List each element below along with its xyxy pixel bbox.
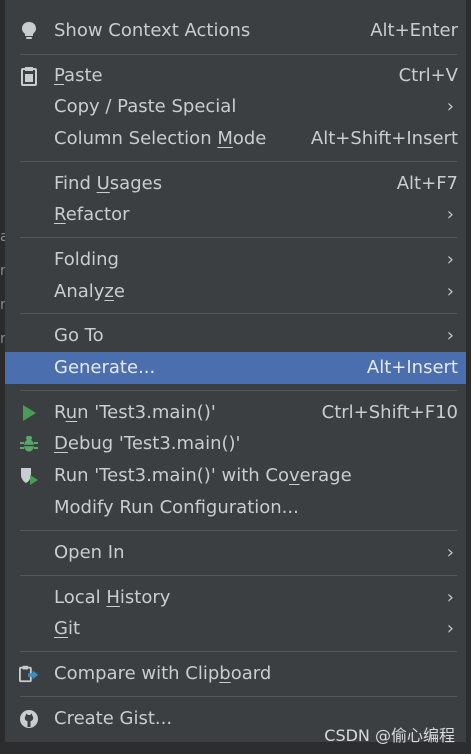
menu-item-label: Column Selection Mode bbox=[54, 123, 266, 155]
separator bbox=[20, 390, 457, 391]
menu-item-label: Generate... bbox=[54, 357, 156, 378]
label-part: istory bbox=[119, 587, 171, 608]
label-part: Find bbox=[54, 173, 97, 194]
separator bbox=[20, 530, 457, 531]
menu-item-label: Show Context Actions bbox=[54, 20, 251, 41]
menu-item-label: Git bbox=[54, 613, 80, 645]
bug-icon bbox=[19, 434, 39, 454]
mnemonic-letter: D bbox=[54, 433, 68, 454]
menu-item-label: Paste bbox=[54, 60, 103, 92]
shortcut-label: Alt+Shift+Insert bbox=[310, 128, 458, 149]
menu-item-label: Go To bbox=[54, 325, 104, 346]
menu-item-label: Folding bbox=[54, 249, 119, 270]
label-part: Local bbox=[54, 587, 107, 608]
label-part: aste bbox=[64, 65, 103, 86]
chevron-right-icon: › bbox=[446, 587, 454, 608]
menu-item-label: Debug 'Test3.main()' bbox=[54, 428, 240, 460]
label-part: Analy bbox=[54, 281, 105, 302]
label-part: ode bbox=[232, 128, 267, 149]
chevron-right-icon: › bbox=[446, 96, 454, 117]
separator bbox=[20, 696, 457, 697]
chevron-right-icon: › bbox=[446, 542, 454, 563]
menu-item-label: Analyze bbox=[54, 276, 125, 308]
label-part: Run 'Test3.main()' with Co bbox=[54, 465, 289, 486]
shortcut-label: Alt+Enter bbox=[370, 20, 458, 41]
menu-item-label: Compare with Clipboard bbox=[54, 658, 271, 690]
separator bbox=[20, 54, 457, 55]
menu-item-label: Create Gist... bbox=[54, 708, 173, 729]
menu-item-analyze[interactable]: Analyze › bbox=[5, 276, 466, 308]
menu-item-label: Find Usages bbox=[54, 168, 162, 200]
label-part: oard bbox=[230, 663, 272, 684]
menu-item-show-context-actions[interactable]: Show Context Actions Alt+Enter bbox=[5, 15, 466, 47]
menu-item-label: Modify Run Configuration... bbox=[54, 497, 299, 518]
chevron-right-icon: › bbox=[446, 281, 454, 302]
menu-item-copy-paste-special[interactable]: Copy / Paste Special › bbox=[5, 91, 466, 123]
menu-item-go-to[interactable]: Go To › bbox=[5, 320, 466, 352]
chevron-right-icon: › bbox=[446, 204, 454, 225]
separator bbox=[20, 313, 457, 314]
menu-item-label: Run 'Test3.main()' bbox=[54, 397, 216, 429]
mnemonic-letter: P bbox=[54, 65, 65, 86]
shortcut-label: Ctrl+V bbox=[398, 65, 458, 86]
chevron-right-icon: › bbox=[446, 325, 454, 346]
menu-item-generate[interactable]: Generate... Alt+Insert bbox=[5, 352, 466, 384]
menu-item-run[interactable]: Run 'Test3.main()' Ctrl+Shift+F10 bbox=[5, 397, 466, 429]
separator bbox=[20, 575, 457, 576]
shortcut-label: Ctrl+Shift+F10 bbox=[321, 402, 458, 423]
label-part: erage bbox=[299, 465, 352, 486]
mnemonic-letter: z bbox=[104, 281, 114, 302]
context-menu: Show Context Actions Alt+Enter Paste Ctr… bbox=[5, 0, 467, 742]
coverage-shield-icon bbox=[19, 466, 39, 486]
label-part: it bbox=[67, 618, 81, 639]
menu-item-folding[interactable]: Folding › bbox=[5, 244, 466, 276]
shortcut-label: Alt+Insert bbox=[366, 357, 458, 378]
menu-item-paste[interactable]: Paste Ctrl+V bbox=[5, 60, 466, 92]
menu-item-local-history[interactable]: Local History › bbox=[5, 582, 466, 614]
menu-item-label: Refactor bbox=[54, 199, 130, 231]
menu-item-refactor[interactable]: Refactor › bbox=[5, 199, 466, 231]
menu-item-compare-with-clipboard[interactable]: Compare with Clipboard bbox=[5, 658, 466, 690]
chevron-right-icon: › bbox=[446, 618, 454, 639]
play-icon bbox=[19, 403, 39, 423]
label-part: n 'Test3.main()' bbox=[77, 402, 216, 423]
menu-item-label: Open In bbox=[54, 542, 125, 563]
menu-item-label: Run 'Test3.main()' with Coverage bbox=[54, 460, 352, 492]
menu-item-find-usages[interactable]: Find Usages Alt+F7 bbox=[5, 168, 466, 200]
watermark-text: CSDN @偷心编程 bbox=[324, 726, 455, 745]
mnemonic-letter: v bbox=[288, 465, 300, 486]
label-part: ebug 'Test3.main()' bbox=[67, 433, 241, 454]
menu-item-label: Copy / Paste Special bbox=[54, 96, 237, 117]
label-part: R bbox=[54, 402, 66, 423]
mnemonic-letter: U bbox=[96, 173, 110, 194]
lightbulb-icon bbox=[19, 21, 39, 41]
mnemonic-letter: M bbox=[217, 128, 233, 149]
menu-item-debug[interactable]: Debug 'Test3.main()' bbox=[5, 428, 466, 460]
label-part: e bbox=[113, 281, 125, 302]
label-part: sages bbox=[109, 173, 163, 194]
compare-clipboard-icon bbox=[19, 664, 39, 684]
github-icon bbox=[19, 709, 39, 729]
mnemonic-letter: H bbox=[106, 587, 120, 608]
menu-item-git[interactable]: Git › bbox=[5, 613, 466, 645]
separator bbox=[20, 651, 457, 652]
separator bbox=[20, 237, 457, 238]
shortcut-label: Alt+F7 bbox=[396, 173, 458, 194]
menu-item-column-selection-mode[interactable]: Column Selection Mode Alt+Shift+Insert bbox=[5, 123, 466, 155]
mnemonic-letter: G bbox=[54, 618, 68, 639]
mnemonic-letter: R bbox=[54, 204, 66, 225]
menu-item-run-with-coverage[interactable]: Run 'Test3.main()' with Coverage bbox=[5, 460, 466, 492]
mnemonic-letter: b bbox=[219, 663, 231, 684]
menu-item-open-in[interactable]: Open In › bbox=[5, 537, 466, 569]
menu-item-modify-run-configuration[interactable]: Modify Run Configuration... bbox=[5, 492, 466, 524]
separator bbox=[20, 161, 457, 162]
menu-item-label: Local History bbox=[54, 582, 170, 614]
mnemonic-letter: u bbox=[65, 402, 78, 423]
label-part: Column Selection bbox=[54, 128, 218, 149]
clipboard-icon bbox=[19, 66, 39, 86]
label-part: Compare with Clip bbox=[54, 663, 220, 684]
chevron-right-icon: › bbox=[446, 249, 454, 270]
label-part: efactor bbox=[65, 204, 130, 225]
